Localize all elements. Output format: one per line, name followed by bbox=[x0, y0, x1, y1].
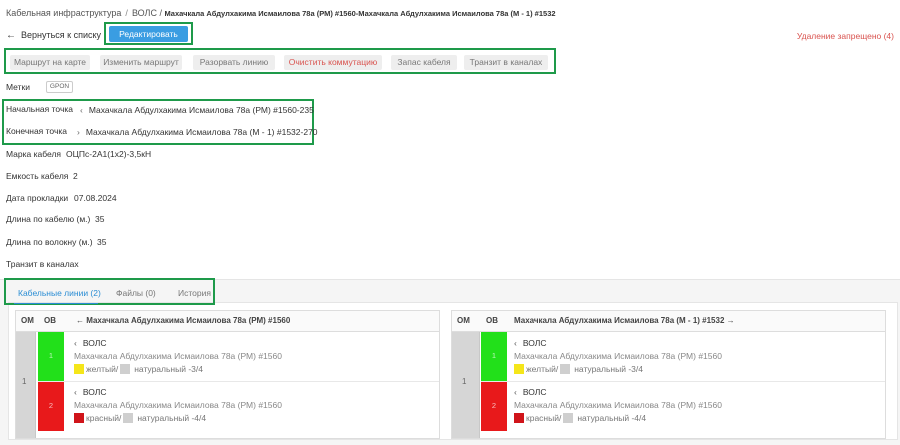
table-header: ОМ ОВ Махачкала Абдулхакима Исмаилова 78… bbox=[452, 311, 885, 332]
cable-table-start: ОМ ОВ ← Махачкала Абдулхакима Исмаилова … bbox=[15, 310, 440, 439]
color-swatch bbox=[560, 364, 571, 374]
fiber-cell-1[interactable]: 1 bbox=[38, 332, 64, 381]
cable-brand-label: Марка кабеля bbox=[6, 149, 62, 159]
delete-forbidden-status: Удаление запрещено (4) bbox=[796, 31, 894, 41]
row-divider bbox=[481, 381, 885, 382]
cable-length-label: Длина по кабелю (м.) bbox=[6, 214, 91, 224]
line-type[interactable]: ‹ ВОЛС bbox=[514, 338, 881, 348]
color-swatch bbox=[123, 413, 134, 423]
line-address: Махачкала Абдулхакима Исмаилова 78а (РМ)… bbox=[514, 400, 722, 410]
color-swatch bbox=[514, 413, 524, 423]
om-header: ОМ bbox=[457, 316, 470, 325]
chevron-left-icon: ‹ bbox=[74, 387, 77, 397]
chevron-left-icon: ‹ bbox=[514, 338, 517, 348]
tab-history[interactable]: История bbox=[178, 288, 211, 298]
laying-date-label: Дата прокладки bbox=[6, 193, 69, 203]
edit-highlight: Редактировать bbox=[104, 22, 193, 45]
table-row: ‹ ВОЛС Махачкала Абдулхакима Исмаилова 78… bbox=[514, 338, 881, 374]
route-on-map-button[interactable]: Маршрут на карте bbox=[10, 55, 90, 70]
table-title[interactable]: ← Махачкала Абдулхакима Исмаилова 78а (Р… bbox=[76, 316, 290, 325]
arrow-left-icon: ← bbox=[6, 30, 16, 41]
om-header: ОМ bbox=[21, 316, 34, 325]
active-tab-indicator bbox=[14, 303, 98, 304]
line-address: Махачкала Абдулхакима Исмаилова 78а (РМ)… bbox=[74, 400, 282, 410]
fiber-colors: красный/натуральный -4/4 bbox=[74, 413, 435, 423]
table-row: ‹ ВОЛС Махачкала Абдулхакима Исмаилова 78… bbox=[514, 387, 881, 423]
tab-cable-lines[interactable]: Кабельные линии (2) bbox=[18, 288, 101, 298]
fiber-cell-2[interactable]: 2 bbox=[38, 382, 64, 431]
ov-header: ОВ bbox=[486, 316, 498, 325]
chevron-left-icon: ‹ bbox=[74, 338, 77, 348]
gpon-tag: GPON bbox=[46, 81, 73, 93]
back-to-list-label: Вернуться к списку bbox=[21, 30, 102, 40]
cable-capacity-value: 2 bbox=[73, 171, 78, 181]
color-swatch bbox=[514, 364, 524, 374]
om-value: 1 bbox=[22, 377, 27, 386]
fiber-colors: желтый/натуральный -3/4 bbox=[514, 364, 881, 374]
fiber-colors: желтый/натуральный -3/4 bbox=[74, 364, 435, 374]
cable-reserve-button[interactable]: Запас кабеля bbox=[391, 55, 457, 70]
color-swatch bbox=[563, 413, 574, 423]
om-value: 1 bbox=[462, 377, 467, 386]
chevron-right-icon: › bbox=[77, 127, 80, 137]
clear-switching-button[interactable]: Очистить коммутацию bbox=[284, 55, 382, 70]
chevron-left-icon: ‹ bbox=[80, 105, 83, 115]
cable-length-value: 35 bbox=[95, 214, 105, 224]
laying-date-value: 07.08.2024 bbox=[74, 193, 117, 203]
line-type[interactable]: ‹ ВОЛС bbox=[74, 338, 435, 348]
breadcrumb-root[interactable]: Кабельная инфраструктура bbox=[6, 8, 121, 18]
fiber-cell-1[interactable]: 1 bbox=[481, 332, 507, 381]
back-to-list-link[interactable]: ← Вернуться к списку bbox=[6, 30, 101, 41]
end-point-value[interactable]: › Махачкала Абдулхакима Исмаилова 78а (М … bbox=[77, 127, 318, 137]
start-point-value[interactable]: ‹ Махачкала Абдулхакима Исмаилова 78а (РМ… bbox=[80, 105, 314, 115]
om-cell: 1 bbox=[452, 332, 480, 438]
table-row: ‹ ВОЛС Махачкала Абдулхакима Исмаилова 78… bbox=[74, 387, 435, 423]
chevron-left-icon: ‹ bbox=[514, 387, 517, 397]
table-row: ‹ ВОЛС Махачкала Абдулхакима Исмаилова 78… bbox=[74, 338, 435, 374]
line-type[interactable]: ‹ ВОЛС bbox=[74, 387, 435, 397]
color-swatch bbox=[120, 364, 131, 374]
ov-header: ОВ bbox=[44, 316, 56, 325]
row-divider bbox=[38, 381, 439, 382]
tab-files[interactable]: Файлы (0) bbox=[116, 288, 156, 298]
tabs-highlight: Кабельные линии (2) Файлы (0) История bbox=[4, 278, 215, 305]
cable-brand-value: ОЦПс-2А1(1х2)-3,5кН bbox=[66, 149, 152, 159]
line-address: Махачкала Абдулхакима Исмаилова 78а (РМ)… bbox=[514, 351, 722, 361]
end-point-label: Конечная точка bbox=[6, 126, 68, 136]
channel-transit-button[interactable]: Транзит в каналах bbox=[464, 55, 548, 70]
breadcrumb-current: Махачкала Абдулхакима Исмаилова 78а (РМ)… bbox=[164, 9, 556, 18]
cable-capacity-label: Емкость кабеля bbox=[6, 171, 69, 181]
tags-label: Метки bbox=[6, 82, 30, 92]
table-title[interactable]: Махачкала Абдулхакима Исмаилова 78а (М -… bbox=[514, 316, 735, 325]
fiber-length-value: 35 bbox=[97, 237, 107, 247]
color-swatch bbox=[74, 413, 84, 423]
table-header: ОМ ОВ ← Махачкала Абдулхакима Исмаилова … bbox=[16, 311, 439, 332]
fiber-colors: красный/натуральный -4/4 bbox=[514, 413, 881, 423]
fiber-length-label: Длина по волокну (м.) bbox=[6, 237, 93, 247]
start-point-label: Начальная точка bbox=[6, 104, 74, 114]
action-bar: Маршрут на карте Изменить маршрут Разорв… bbox=[4, 48, 556, 74]
edit-button[interactable]: Редактировать bbox=[109, 26, 188, 42]
change-route-button[interactable]: Изменить маршрут bbox=[100, 55, 182, 70]
line-type[interactable]: ‹ ВОЛС bbox=[514, 387, 881, 397]
om-cell: 1 bbox=[16, 332, 36, 438]
breadcrumb: Кабельная инфраструктура / ВОЛС / Махачкал… bbox=[6, 8, 556, 18]
cable-table-end: ОМ ОВ Махачкала Абдулхакима Исмаилова 78… bbox=[451, 310, 886, 439]
channel-transit-label: Транзит в каналах bbox=[6, 259, 79, 269]
breadcrumb-section[interactable]: ВОЛС / bbox=[132, 8, 162, 18]
break-line-button[interactable]: Разорвать линию bbox=[193, 55, 275, 70]
fiber-cell-2[interactable]: 2 bbox=[481, 382, 507, 431]
color-swatch bbox=[74, 364, 84, 374]
line-address: Махачкала Абдулхакима Исмаилова 78а (РМ)… bbox=[74, 351, 282, 361]
